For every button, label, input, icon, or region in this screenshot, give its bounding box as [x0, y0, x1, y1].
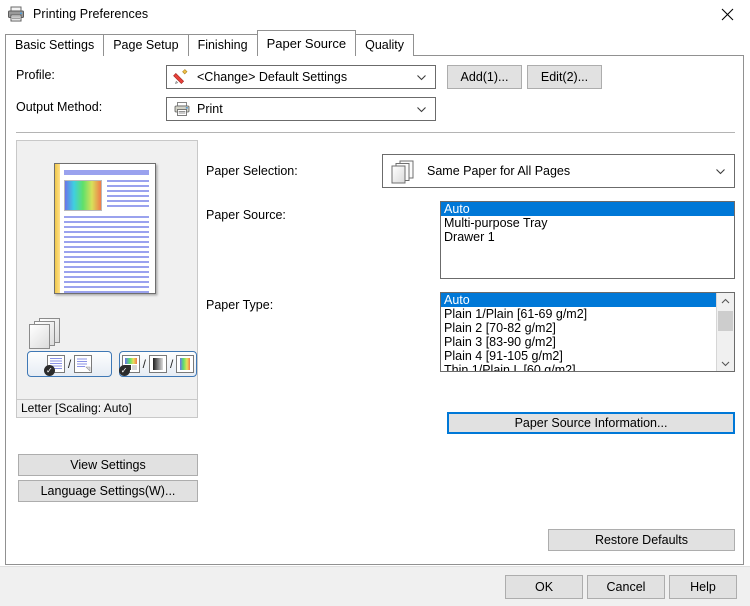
add-profile-button[interactable]: Add(1)... — [447, 65, 522, 89]
chevron-down-icon — [715, 166, 726, 177]
duplex-icon: ✓ — [43, 355, 65, 376]
output-method-row: Output Method: — [16, 100, 166, 114]
check-icon: ✓ — [118, 365, 130, 376]
tab-paper-source[interactable]: Paper Source — [256, 30, 357, 57]
divider — [16, 132, 735, 133]
preview-color-swatch — [64, 180, 102, 211]
paper-source-listbox[interactable]: Auto Multi-purpose Tray Drawer 1 — [440, 201, 735, 279]
tab-page-setup[interactable]: Page Setup — [103, 34, 189, 56]
scroll-down-icon[interactable] — [717, 355, 734, 371]
paper-type-label: Paper Type: — [206, 298, 274, 312]
paper-selection-label: Paper Selection: — [206, 164, 298, 178]
profile-value: <Change> Default Settings — [197, 70, 348, 84]
tab-quality[interactable]: Quality — [355, 34, 414, 56]
pencil-icon — [173, 68, 191, 86]
tab-strip: Basic Settings Page Setup Finishing Pape… — [0, 28, 750, 57]
printer-icon — [7, 5, 25, 23]
edit-profile-button[interactable]: Edit(2)... — [527, 65, 602, 89]
auto-color-icon: ✓ — [118, 355, 140, 376]
output-method-combobox[interactable]: Print — [166, 97, 436, 121]
printer-small-icon — [173, 100, 191, 118]
list-item[interactable]: Plain 1/Plain [61-69 g/m2] — [441, 307, 717, 321]
check-icon: ✓ — [43, 365, 55, 376]
preview-status-text: Letter [Scaling: Auto] — [16, 400, 198, 418]
paper-stack-preview-icon — [29, 318, 63, 349]
print-preview[interactable]: ✓ / ✓ / / — [16, 140, 198, 400]
paper-source-label: Paper Source: — [206, 208, 286, 222]
output-method-value: Print — [197, 102, 223, 116]
list-item[interactable]: Plain 2 [70-82 g/m2] — [441, 321, 717, 335]
grayscale-icon — [149, 355, 167, 373]
paper-selection-value: Same Paper for All Pages — [427, 164, 571, 178]
tab-basic-settings[interactable]: Basic Settings — [5, 34, 105, 56]
profile-label: Profile: — [16, 68, 55, 82]
title-bar: Printing Preferences — [0, 0, 750, 28]
profile-row: Profile: — [16, 68, 166, 82]
toggle-separator: / — [67, 357, 72, 371]
list-item[interactable]: Drawer 1 — [441, 230, 734, 244]
toggle-separator: / — [170, 357, 174, 371]
page-binding-edge — [55, 164, 60, 293]
list-item[interactable]: Auto — [441, 202, 734, 216]
tab-finishing[interactable]: Finishing — [187, 34, 258, 56]
scrollbar-thumb[interactable] — [718, 311, 733, 331]
color-icon — [176, 355, 195, 373]
window-title: Printing Preferences — [33, 7, 149, 21]
paper-stack-icon — [389, 158, 419, 184]
language-settings-button[interactable]: Language Settings(W)... — [18, 480, 198, 502]
chevron-down-icon — [416, 72, 427, 83]
help-button[interactable]: Help — [669, 575, 737, 599]
color-mode-toggle[interactable]: ✓ / / — [118, 351, 197, 377]
list-item[interactable]: Auto — [441, 293, 717, 307]
chevron-down-icon — [416, 104, 427, 115]
cancel-button[interactable]: Cancel — [587, 575, 665, 599]
view-settings-button[interactable]: View Settings — [18, 454, 198, 476]
toggle-separator: / — [142, 357, 146, 371]
paper-source-panel: Profile: <Change> Default Settings Add(1… — [5, 56, 744, 565]
preview-page-image — [54, 163, 156, 294]
profile-combobox[interactable]: <Change> Default Settings — [166, 65, 436, 89]
paper-type-listbox[interactable]: Auto Plain 1/Plain [61-69 g/m2] Plain 2 … — [440, 292, 735, 372]
simplex-icon — [74, 355, 93, 373]
dialog-button-bar: OK Cancel Help — [0, 566, 750, 606]
ok-button[interactable]: OK — [505, 575, 583, 599]
duplex-simplex-toggle[interactable]: ✓ / — [27, 351, 112, 377]
paper-type-scrollbar[interactable] — [716, 293, 734, 371]
close-icon[interactable] — [704, 0, 750, 28]
paper-selection-combobox[interactable]: Same Paper for All Pages — [382, 154, 735, 188]
list-item[interactable]: Plain 4 [91-105 g/m2] — [441, 349, 717, 363]
list-item[interactable]: Thin 1/Plain L [60 g/m2] — [441, 363, 717, 371]
restore-defaults-button[interactable]: Restore Defaults — [548, 529, 735, 551]
output-method-label: Output Method: — [16, 100, 103, 114]
list-item[interactable]: Plain 3 [83-90 g/m2] — [441, 335, 717, 349]
scroll-up-icon[interactable] — [717, 293, 734, 309]
paper-source-information-button[interactable]: Paper Source Information... — [447, 412, 735, 434]
list-item[interactable]: Multi-purpose Tray — [441, 216, 734, 230]
